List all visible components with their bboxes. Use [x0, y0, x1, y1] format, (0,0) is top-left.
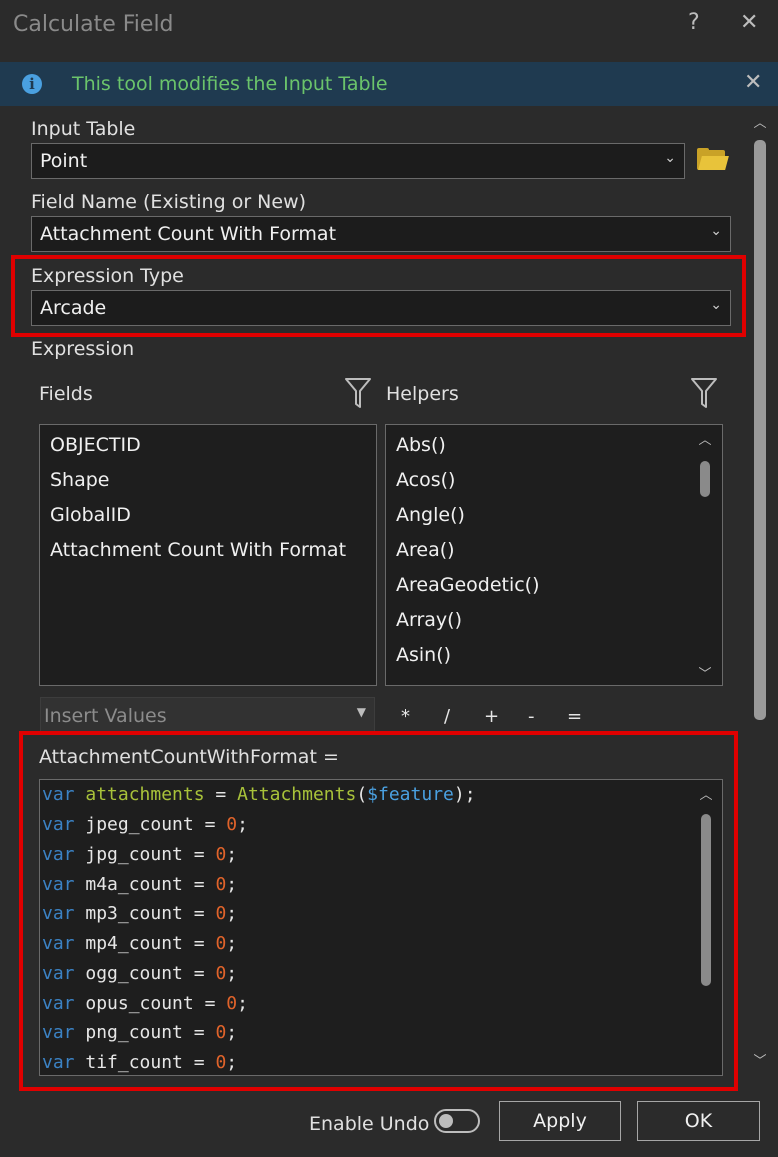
chevron-down-icon[interactable]: ﹀	[751, 1050, 769, 1069]
fields-list[interactable]: OBJECTID Shape GlobalID Attachment Count…	[39, 424, 377, 686]
field-name-label: Field Name (Existing or New)	[31, 191, 307, 213]
helpers-label: Helpers	[386, 383, 459, 405]
help-icon[interactable]: ?	[688, 10, 700, 35]
window-title: Calculate Field	[13, 12, 174, 37]
folder-open-icon[interactable]	[697, 148, 729, 170]
input-table-label: Input Table	[31, 118, 136, 140]
filter-icon[interactable]	[345, 378, 371, 408]
chevron-down-icon[interactable]: ﹀	[696, 663, 714, 682]
code-line: var attachments = Attachments($feature);	[42, 784, 476, 805]
apply-button[interactable]: Apply	[499, 1101, 621, 1141]
helpers-scrollbar[interactable]: ︿ ﹀	[696, 427, 714, 683]
code-line: var jpeg_count = 0;	[42, 814, 248, 835]
list-item[interactable]: AreaGeodetic()	[396, 574, 540, 596]
insert-values-placeholder: Insert Values	[44, 705, 167, 727]
fields-label: Fields	[39, 383, 93, 405]
chevron-down-icon: ⌄	[710, 297, 722, 313]
caret-down-icon: ▼	[356, 705, 366, 719]
editor-scrollbar[interactable]: ︿	[697, 782, 715, 1073]
list-item[interactable]: Array()	[396, 609, 462, 631]
expression-label: Expression	[31, 338, 135, 360]
close-icon[interactable]: ✕	[740, 10, 758, 35]
code-line: var mp4_count = 0;	[42, 933, 238, 954]
code-line: var tif_count = 0;	[42, 1052, 238, 1073]
scroll-thumb[interactable]	[701, 814, 711, 986]
input-table-combo[interactable]: Point ⌄	[31, 143, 685, 179]
subtract-operator-button[interactable]: -	[528, 706, 535, 727]
filter-icon[interactable]	[691, 378, 717, 408]
list-item[interactable]: Abs()	[396, 434, 446, 456]
expression-type-value: Arcade	[40, 297, 107, 319]
equals-operator-button[interactable]: =	[567, 706, 582, 727]
chevron-down-icon: ⌄	[664, 150, 676, 166]
chevron-up-icon[interactable]: ︿	[751, 112, 769, 131]
input-table-value: Point	[40, 150, 88, 172]
list-item[interactable]: Shape	[50, 469, 110, 491]
info-message: This tool modifies the Input Table	[72, 73, 388, 95]
list-item[interactable]: Acos()	[396, 469, 455, 491]
expression-type-label: Expression Type	[31, 265, 184, 287]
ok-button[interactable]: OK	[637, 1101, 760, 1141]
code-line: var m4a_count = 0;	[42, 874, 238, 895]
title-bar: Calculate Field ? ✕	[0, 0, 778, 54]
dialog-scrollbar[interactable]: ︿ ﹀	[751, 110, 769, 1075]
list-item[interactable]: Area()	[396, 539, 455, 561]
expression-type-combo[interactable]: Arcade ⌄	[31, 290, 731, 326]
code-line: var png_count = 0;	[42, 1022, 238, 1043]
field-name-combo[interactable]: Attachment Count With Format ⌄	[31, 216, 731, 252]
code-line: var opus_count = 0;	[42, 993, 248, 1014]
multiply-operator-button[interactable]: *	[401, 706, 410, 727]
chevron-down-icon: ⌄	[710, 223, 722, 239]
code-line: var jpg_count = 0;	[42, 844, 238, 865]
expression-editor[interactable]: var attachments = Attachments($feature);…	[39, 779, 723, 1076]
scroll-thumb[interactable]	[700, 461, 710, 497]
code-line: var ogg_count = 0;	[42, 963, 238, 984]
add-operator-button[interactable]: +	[484, 706, 499, 727]
chevron-up-icon[interactable]: ︿	[697, 784, 715, 803]
list-item[interactable]: GlobalID	[50, 504, 131, 526]
helpers-list[interactable]: Abs() Acos() Angle() Area() AreaGeodetic…	[385, 424, 723, 686]
info-bar: i This tool modifies the Input Table ✕	[0, 62, 778, 106]
dismiss-info-icon[interactable]: ✕	[744, 70, 762, 95]
divide-operator-button[interactable]: /	[444, 706, 450, 727]
enable-undo-toggle[interactable]	[434, 1109, 480, 1133]
code-header: AttachmentCountWithFormat =	[39, 746, 339, 768]
code-line: var mp3_count = 0;	[42, 903, 238, 924]
list-item[interactable]: Angle()	[396, 504, 465, 526]
list-item[interactable]: Asin()	[396, 644, 451, 666]
insert-values-combo[interactable]: Insert Values ▼	[40, 697, 375, 733]
list-item[interactable]: OBJECTID	[50, 434, 141, 456]
info-icon: i	[22, 74, 42, 94]
field-name-value: Attachment Count With Format	[40, 223, 337, 245]
chevron-up-icon[interactable]: ︿	[696, 429, 714, 448]
enable-undo-label: Enable Undo	[309, 1113, 430, 1135]
list-item[interactable]: Attachment Count With Format	[50, 539, 346, 561]
scroll-thumb[interactable]	[754, 140, 766, 720]
